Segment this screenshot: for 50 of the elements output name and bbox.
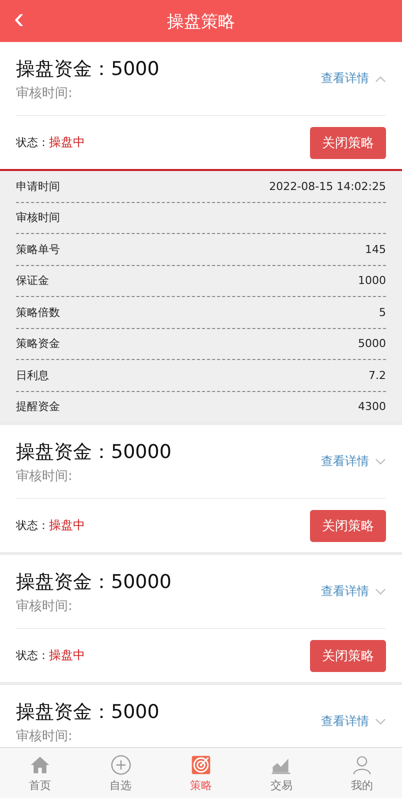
detail-label: 保证金	[16, 273, 49, 288]
detail-value: 4300	[358, 400, 386, 414]
chevron-icon	[375, 588, 386, 596]
tab-user[interactable]: 我的	[322, 748, 402, 798]
fund-title: 操盘资金：50000	[16, 440, 172, 464]
audit-time-label: 审核时间:	[16, 728, 74, 744]
detail-label: 策略倍数	[16, 304, 60, 320]
fund-title: 操盘资金：5000	[16, 700, 160, 724]
tab-home[interactable]: 首页	[0, 748, 80, 798]
fund-title: 操盘资金：5000	[16, 56, 160, 82]
user-icon	[350, 754, 373, 776]
detail-value: 5000	[358, 337, 386, 350]
detail-label: 提醒资金	[16, 399, 60, 414]
close-strategy-button[interactable]: 关闭策略	[310, 126, 386, 158]
chevron-icon	[375, 718, 386, 726]
status-label: 状态：	[16, 518, 49, 533]
close-strategy-button[interactable]: 关闭策略	[310, 640, 386, 672]
detail-label: 申请时间	[16, 178, 60, 194]
close-strategy-button[interactable]: 关闭策略	[310, 510, 386, 542]
chevron-icon	[375, 458, 386, 466]
fund-title: 操盘资金：50000	[16, 570, 172, 594]
plus-icon	[110, 754, 132, 776]
details-link[interactable]: 查看详情	[321, 70, 369, 87]
status-value: 操盘中	[49, 517, 86, 534]
status-label: 状态：	[16, 648, 49, 663]
detail-value: 1000	[358, 274, 386, 288]
detail-label: 策略资金	[16, 336, 60, 352]
detail-label: 审核时间	[16, 210, 60, 226]
tab-chart[interactable]: 交易	[241, 748, 322, 798]
details-link[interactable]: 查看详情	[321, 453, 369, 470]
tab-plus[interactable]: 自选	[80, 748, 161, 798]
chevron-icon	[375, 74, 386, 82]
details-link[interactable]: 查看详情	[321, 713, 369, 730]
detail-value: 5	[379, 306, 386, 319]
audit-time-label: 审核时间:	[16, 598, 74, 614]
status-value: 操盘中	[49, 134, 86, 151]
detail-label: 策略单号	[16, 242, 60, 257]
audit-time-label: 审核时间:	[16, 468, 74, 484]
audit-time-label: 审核时间:	[16, 84, 74, 102]
detail-value: 7.2	[368, 368, 386, 382]
details-link[interactable]: 查看详情	[321, 583, 369, 600]
detail-value: 2022-08-15 14:02:25	[269, 180, 386, 193]
detail-label: 日利息	[16, 368, 49, 383]
back-button[interactable]: ‹	[8, 4, 30, 34]
status-value: 操盘中	[49, 647, 86, 664]
detail-value: 145	[365, 242, 386, 256]
target-icon	[190, 754, 212, 776]
page-title: 操盘策略	[167, 10, 235, 32]
tab-target[interactable]: 策略	[160, 748, 242, 798]
status-label: 状态：	[16, 135, 49, 150]
